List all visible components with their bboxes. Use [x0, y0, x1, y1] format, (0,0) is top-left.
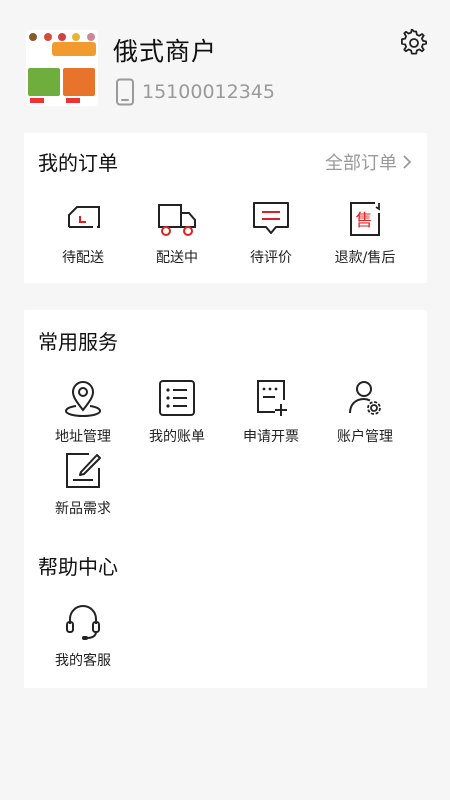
help-customer-service[interactable]: 我的客服 — [36, 602, 130, 670]
order-refund-aftersale[interactable]: 售 退款/售后 — [318, 199, 412, 267]
orders-title: 我的订单 — [38, 151, 118, 175]
order-in-delivery-label: 配送中 — [156, 250, 198, 266]
service-apply-invoice[interactable]: 申请开票 — [224, 378, 318, 446]
headset-icon — [66, 605, 100, 640]
delivery-pending-icon — [68, 206, 100, 228]
service-address-management[interactable]: 地址管理 — [36, 378, 130, 446]
service-address-management-label: 地址管理 — [55, 429, 111, 445]
chevron-right-icon — [403, 155, 412, 169]
invoice-icon — [257, 380, 287, 416]
service-account-management[interactable]: 账户管理 — [318, 378, 412, 446]
all-orders-label: 全部订单 — [325, 153, 397, 174]
order-pending-delivery[interactable]: 待配送 — [36, 199, 130, 267]
avatar-vegetable-carrot — [63, 68, 95, 96]
order-refund-aftersale-label: 退款/售后 — [334, 250, 396, 266]
shop-name: 俄式商户 — [113, 37, 218, 66]
order-pending-review-label: 待评价 — [250, 250, 292, 266]
review-icon — [253, 202, 289, 234]
service-my-bills[interactable]: 我的账单 — [130, 378, 224, 446]
phone-icon — [116, 78, 134, 106]
avatar-vegetable-green — [28, 68, 60, 96]
all-orders-link[interactable]: 全部订单 — [325, 149, 413, 175]
phone-row: 15100012345 — [114, 78, 275, 106]
bill-list-icon — [159, 380, 195, 416]
services-card: 常用服务 地址管理 我的账单 申请开票 账户管理 新品需求 帮助中心 我的客服 — [24, 310, 427, 688]
service-new-product-request[interactable]: 新品需求 — [36, 450, 130, 518]
help-customer-service-label: 我的客服 — [55, 653, 111, 669]
gear-icon[interactable] — [400, 29, 428, 57]
orders-card: 我的订单 全部订单 待配送 配送中 待评价 售 退款/售后 — [24, 133, 427, 283]
avatar-dots — [26, 30, 98, 42]
avatar-banner — [52, 42, 96, 56]
avatar-price-tag — [66, 98, 80, 103]
order-in-delivery[interactable]: 配送中 — [130, 199, 224, 267]
account-settings-icon — [349, 381, 381, 415]
services-title: 常用服务 — [38, 330, 118, 354]
service-my-bills-label: 我的账单 — [149, 429, 205, 445]
profile-header: 俄式商户 15100012345 — [0, 0, 450, 130]
service-account-management-label: 账户管理 — [337, 429, 393, 445]
avatar-price-tag — [30, 98, 44, 103]
service-new-product-request-label: 新品需求 — [55, 501, 111, 517]
edit-note-icon — [66, 453, 101, 488]
order-pending-delivery-label: 待配送 — [62, 250, 104, 266]
svg-text:售: 售 — [356, 211, 373, 231]
refund-icon: 售 — [350, 202, 380, 236]
truck-icon — [158, 204, 196, 236]
shop-avatar[interactable] — [26, 30, 98, 106]
help-title: 帮助中心 — [38, 555, 118, 579]
location-pin-icon — [64, 381, 102, 418]
order-pending-review[interactable]: 待评价 — [224, 199, 318, 267]
phone-number: 15100012345 — [142, 81, 275, 103]
service-apply-invoice-label: 申请开票 — [243, 429, 299, 445]
